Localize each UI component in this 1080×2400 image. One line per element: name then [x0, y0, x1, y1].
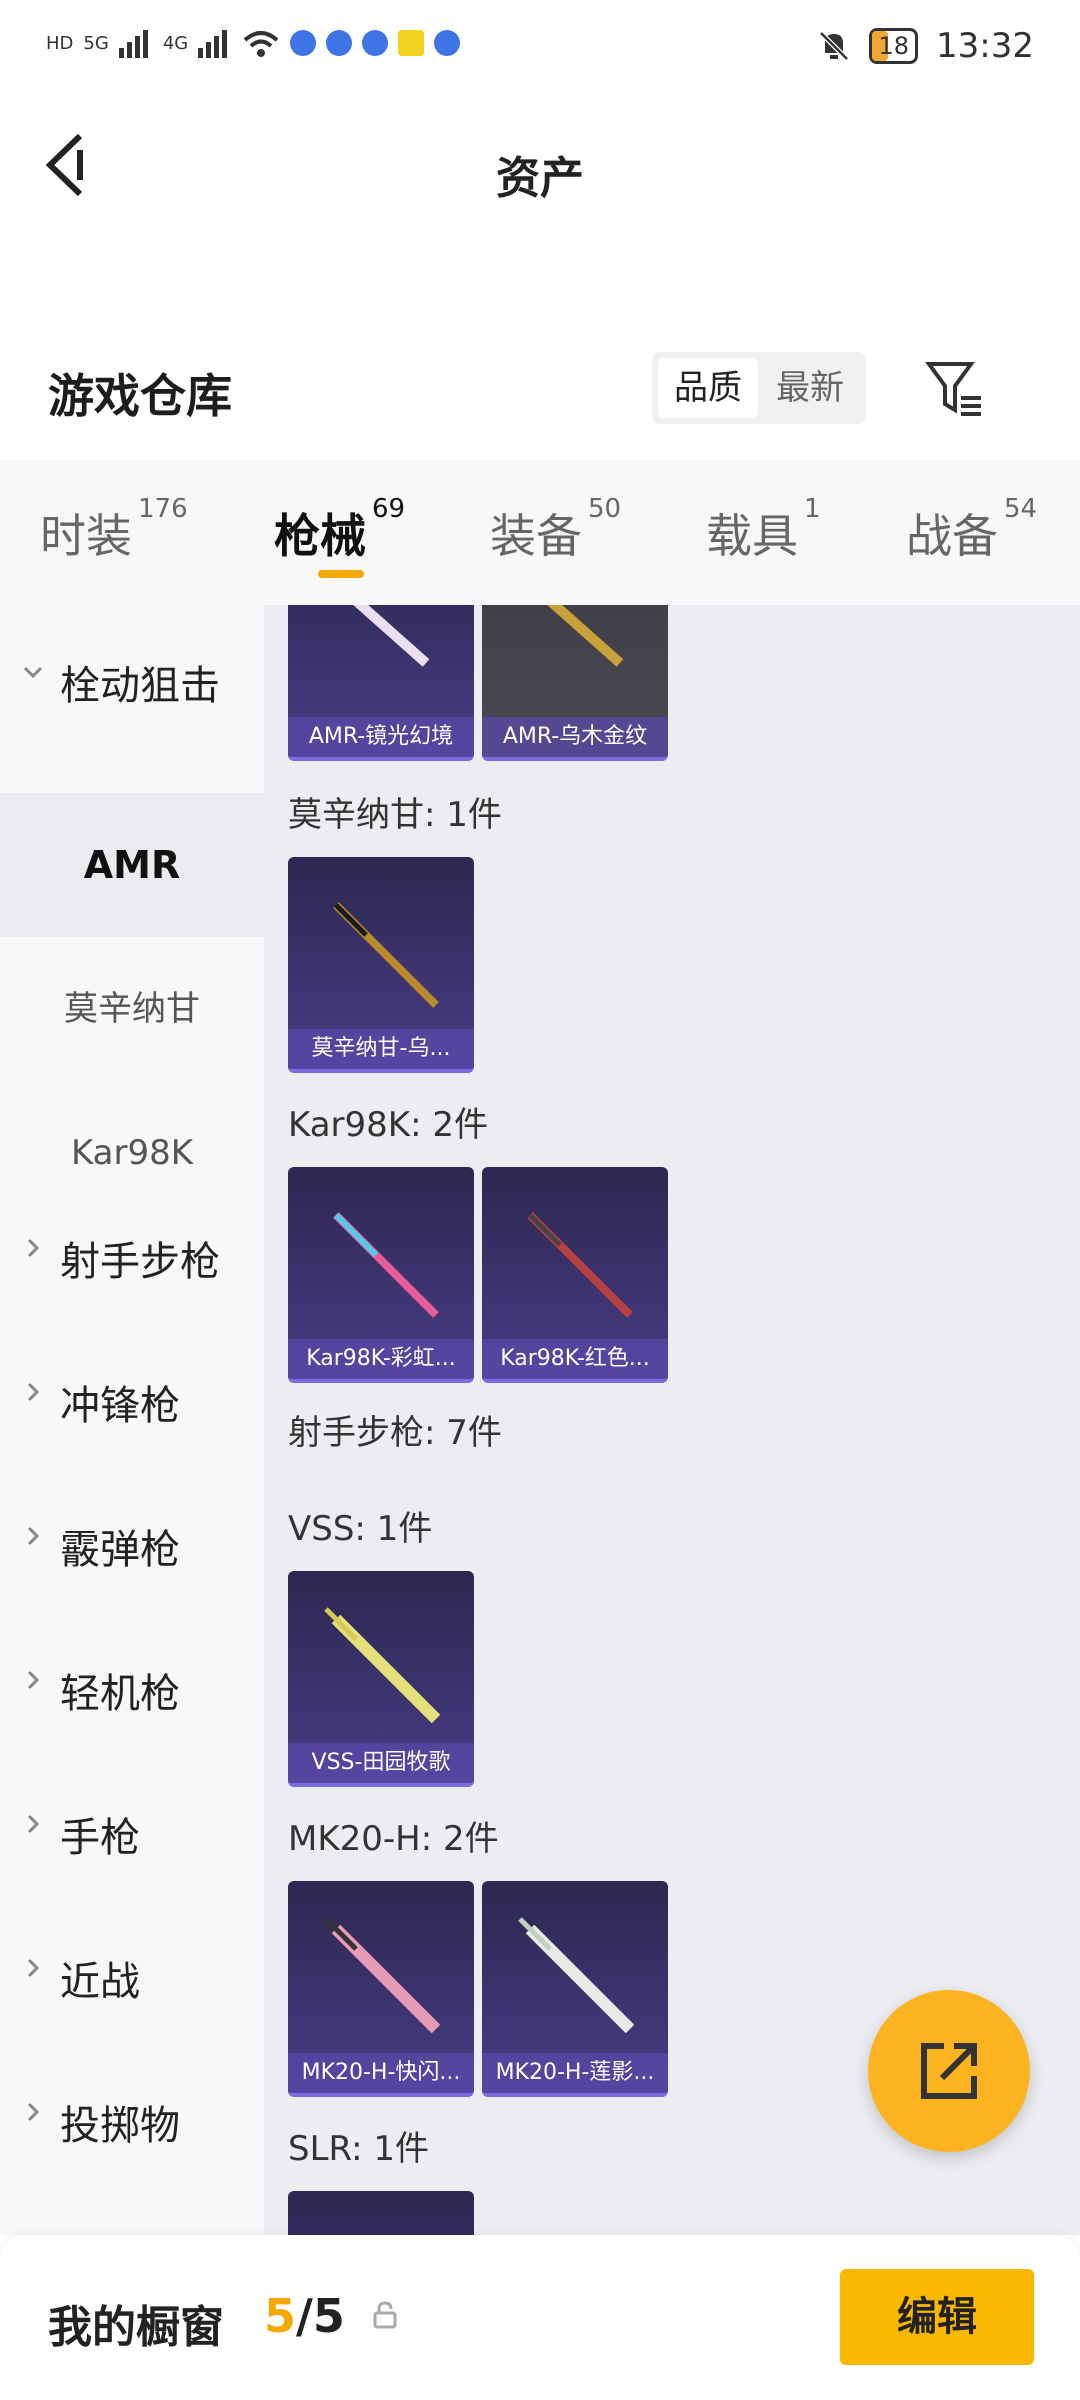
rifle-icon: [518, 1917, 635, 2034]
tab-fashion[interactable]: 时装 176: [40, 494, 188, 566]
wifi-icon: [243, 31, 279, 57]
rifle-icon: [527, 1212, 633, 1318]
app-notification-icon: [326, 30, 353, 56]
weapon-name: Kar98K-红色...: [482, 1339, 668, 1379]
sort-toggle: 品质 最新: [652, 352, 866, 424]
chevron-right-icon: [27, 2102, 40, 2122]
category-header: VSS: 1件: [288, 1509, 433, 1549]
rifle-icon: [324, 1917, 441, 2034]
sidebar-group-throwable[interactable]: 投掷物: [0, 2045, 264, 2189]
weapon-card[interactable]: AMR-乌木金纹: [482, 605, 668, 761]
sort-quality-button[interactable]: 品质: [658, 358, 758, 418]
sidebar-item-mosin[interactable]: 莫辛纳甘: [0, 937, 264, 1081]
chevron-right-icon: [27, 1814, 40, 1834]
category-header: Kar98K: 2件: [288, 1105, 488, 1145]
weapon-name: Kar98K-彩虹...: [288, 1339, 474, 1379]
warehouse-title: 游戏仓库: [48, 369, 232, 423]
sidebar-group-bolt-action[interactable]: 栓动狙击: [0, 605, 264, 749]
weapon-card[interactable]: Kar98K-红色...: [482, 1167, 668, 1383]
rifle-icon: [324, 1607, 441, 1724]
status-bar: HD 5G 4G 18 13:32: [0, 0, 1080, 100]
rifle-icon: [333, 902, 439, 1008]
category-tabs: 时装 176 枪械 69 装备 50 载具 1 战备 54: [0, 460, 1080, 605]
weapon-card[interactable]: VSS-田园牧歌: [288, 1571, 474, 1787]
5g-label: 5G: [83, 32, 109, 54]
signal-icon: [118, 30, 148, 58]
chevron-right-icon: [27, 1238, 40, 1258]
app-notification-icon: [290, 30, 317, 56]
share-button[interactable]: [868, 1990, 1030, 2152]
sort-latest-button[interactable]: 最新: [760, 358, 860, 418]
rifle-icon: [333, 1212, 439, 1318]
category-header: SLR: 1件: [288, 2129, 429, 2169]
weapon-category-sidebar: 栓动狙击 AMR 莫辛纳甘 Kar98K 射手步枪 冲锋枪 霰弹枪 轻机枪 手枪…: [0, 605, 264, 2235]
weapon-card[interactable]: 莫辛纳甘-乌...: [288, 857, 474, 1073]
active-tab-indicator: [318, 570, 364, 578]
sidebar-item-amr[interactable]: AMR: [0, 793, 264, 937]
category-header: MK20-H: 2件: [288, 1819, 499, 1859]
tab-count: 54: [1004, 494, 1038, 524]
category-header: 莫辛纳甘: 1件: [288, 795, 502, 835]
weapon-card[interactable]: MK20-H-莲影...: [482, 1881, 668, 2097]
chevron-down-icon: [23, 666, 43, 679]
status-left: HD 5G 4G: [46, 28, 461, 58]
lock-icon: [373, 2301, 397, 2329]
filter-icon[interactable]: [925, 358, 985, 420]
mute-bell-icon: [819, 31, 850, 61]
battery-indicator: 18: [869, 28, 919, 64]
showcase-label: 我的橱窗: [48, 2302, 224, 2353]
weapon-name: MK20-H-快闪...: [288, 2053, 474, 2093]
warehouse-row: 游戏仓库 品质 最新: [0, 340, 1080, 440]
game-app-icon: [398, 30, 425, 56]
tab-count: 176: [138, 494, 188, 524]
tab-vehicles[interactable]: 载具 1: [706, 494, 821, 566]
weapon-card[interactable]: AMR-镜光幻境: [288, 605, 474, 761]
showcase-count: 5/5: [264, 2289, 345, 2343]
sidebar-group-pistol[interactable]: 手枪: [0, 1757, 264, 1901]
weapon-name: AMR-乌木金纹: [482, 717, 668, 757]
tab-equipment[interactable]: 装备 50: [490, 494, 621, 566]
weapon-name: AMR-镜光幻境: [288, 717, 474, 757]
tab-count: 50: [588, 494, 622, 524]
weapon-name: 莫辛纳甘-乌...: [288, 1029, 474, 1069]
weapon-card[interactable]: Kar98K-彩虹...: [288, 1167, 474, 1383]
category-header: 射手步枪: 7件: [288, 1413, 502, 1453]
clock: 13:32: [936, 26, 1034, 66]
app-notification-icon: [434, 30, 461, 56]
rifle-icon: [547, 605, 624, 667]
chevron-right-icon: [27, 1670, 40, 1690]
signal-icon-2: [198, 30, 228, 58]
tab-supplies[interactable]: 战备 54: [906, 494, 1037, 566]
weapon-name: VSS-田园牧歌: [288, 1743, 474, 1783]
sidebar-group-dmr[interactable]: 射手步枪: [0, 1181, 264, 1325]
weapon-card[interactable]: [288, 2191, 474, 2235]
page-title: 资产: [496, 153, 584, 204]
sidebar-group-melee[interactable]: 近战: [0, 1901, 264, 2045]
weapon-card[interactable]: MK20-H-快闪...: [288, 1881, 474, 2097]
edit-button[interactable]: 编辑: [840, 2269, 1034, 2365]
weapon-name: MK20-H-莲影...: [482, 2053, 668, 2093]
chevron-right-icon: [27, 1382, 40, 1402]
tab-count: 1: [804, 494, 821, 524]
chevron-right-icon: [27, 1526, 40, 1546]
tab-count: 69: [372, 494, 406, 524]
status-right: 18 13:32: [817, 26, 1034, 66]
sidebar-group-lmg[interactable]: 轻机枪: [0, 1613, 264, 1757]
showcase-bar: 我的橱窗 5/5 编辑: [0, 2235, 1080, 2400]
sidebar-group-shotgun[interactable]: 霰弹枪: [0, 1469, 264, 1613]
sidebar-group-smg[interactable]: 冲锋枪: [0, 1325, 264, 1469]
hd-label: HD: [46, 32, 74, 54]
chevron-right-icon: [27, 1958, 40, 1978]
4g-label: 4G: [162, 32, 189, 54]
rifle-icon: [353, 605, 430, 667]
app-notification-icon: [362, 30, 389, 56]
share-external-icon: [921, 2043, 977, 2099]
tab-firearms[interactable]: 枪械 69: [274, 494, 405, 566]
header: 资产: [0, 100, 1080, 240]
